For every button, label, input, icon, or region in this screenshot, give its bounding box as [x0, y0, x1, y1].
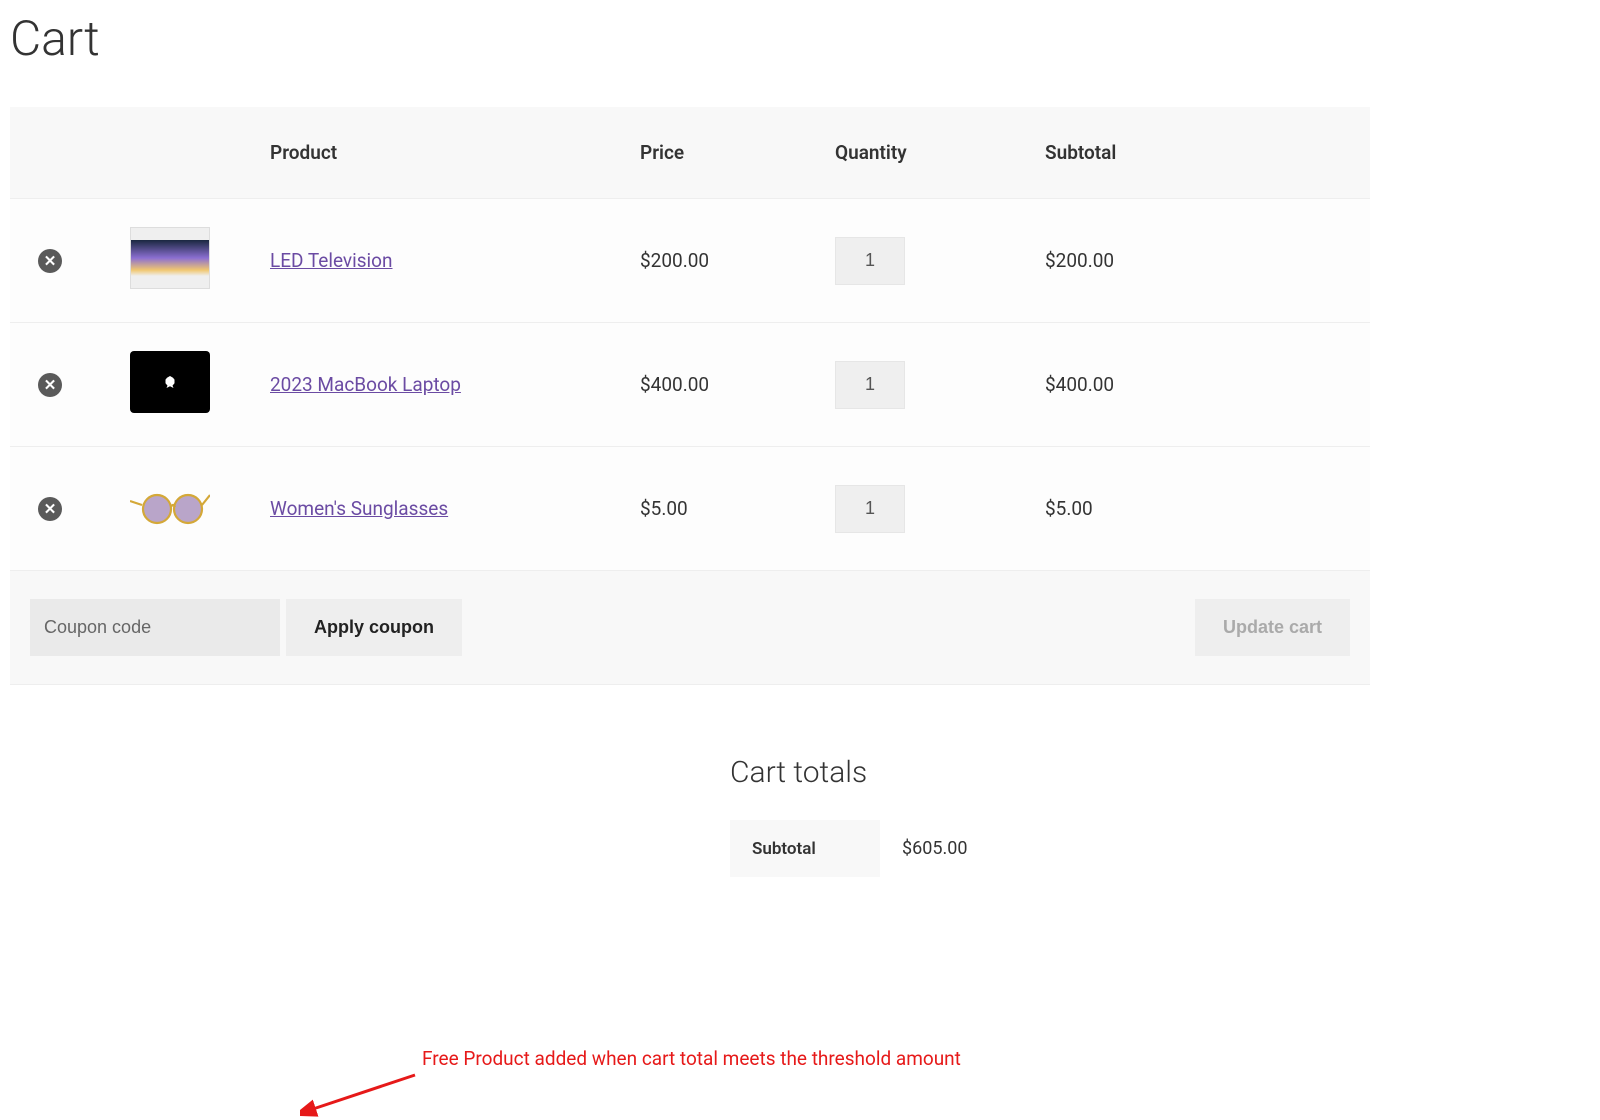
product-link[interactable]: Women's Sunglasses [270, 497, 448, 520]
remove-button[interactable]: ✕ [38, 497, 62, 521]
close-icon: ✕ [44, 378, 57, 393]
table-row: ✕ [10, 447, 1370, 571]
update-cart-button[interactable]: Update cart [1195, 599, 1350, 656]
header-remove [10, 107, 90, 199]
product-link[interactable]: LED Television [270, 249, 393, 272]
header-product: Product [250, 107, 620, 199]
coupon-input[interactable] [30, 599, 280, 656]
remove-button[interactable]: ✕ [38, 373, 62, 397]
close-icon: ✕ [44, 254, 57, 269]
table-row: ✕ LED Television $200.00 $200.00 [10, 199, 1370, 323]
actions-row: Apply coupon Update cart [10, 571, 1370, 685]
page-title: Cart [10, 10, 1370, 67]
cart-totals: Cart totals Subtotal $605.00 [730, 755, 1370, 877]
subtotal-label: Subtotal [730, 820, 880, 877]
product-subtotal: $5.00 [1025, 447, 1370, 571]
quantity-input[interactable] [835, 485, 905, 533]
header-thumbnail [90, 107, 250, 199]
quantity-input[interactable] [835, 237, 905, 285]
product-subtotal: $200.00 [1025, 199, 1370, 323]
subtotal-value: $605.00 [880, 820, 1370, 877]
quantity-input[interactable] [835, 361, 905, 409]
remove-button[interactable]: ✕ [38, 249, 62, 273]
product-price: $400.00 [620, 323, 815, 447]
table-row: ✕ 2023 MacBook Laptop $400.00 $400.00 [10, 323, 1370, 447]
cart-table: Product Price Quantity Subtotal ✕ LED Te… [10, 107, 1370, 685]
product-thumbnail[interactable] [130, 351, 210, 413]
product-price: $5.00 [620, 447, 815, 571]
close-icon: ✕ [44, 502, 57, 517]
subtotal-row: Subtotal $605.00 [730, 820, 1370, 877]
arrow-icon [300, 1070, 420, 1120]
product-price: $200.00 [620, 199, 815, 323]
product-link[interactable]: 2023 MacBook Laptop [270, 373, 461, 396]
annotation-text: Free Product added when cart total meets… [422, 1047, 961, 1070]
header-quantity: Quantity [815, 107, 1025, 199]
header-subtotal: Subtotal [1025, 107, 1370, 199]
header-price: Price [620, 107, 815, 199]
product-subtotal: $400.00 [1025, 323, 1370, 447]
cart-totals-title: Cart totals [730, 755, 1370, 790]
product-thumbnail[interactable] [130, 475, 210, 537]
product-thumbnail[interactable] [130, 227, 210, 289]
apply-coupon-button[interactable]: Apply coupon [286, 599, 462, 656]
